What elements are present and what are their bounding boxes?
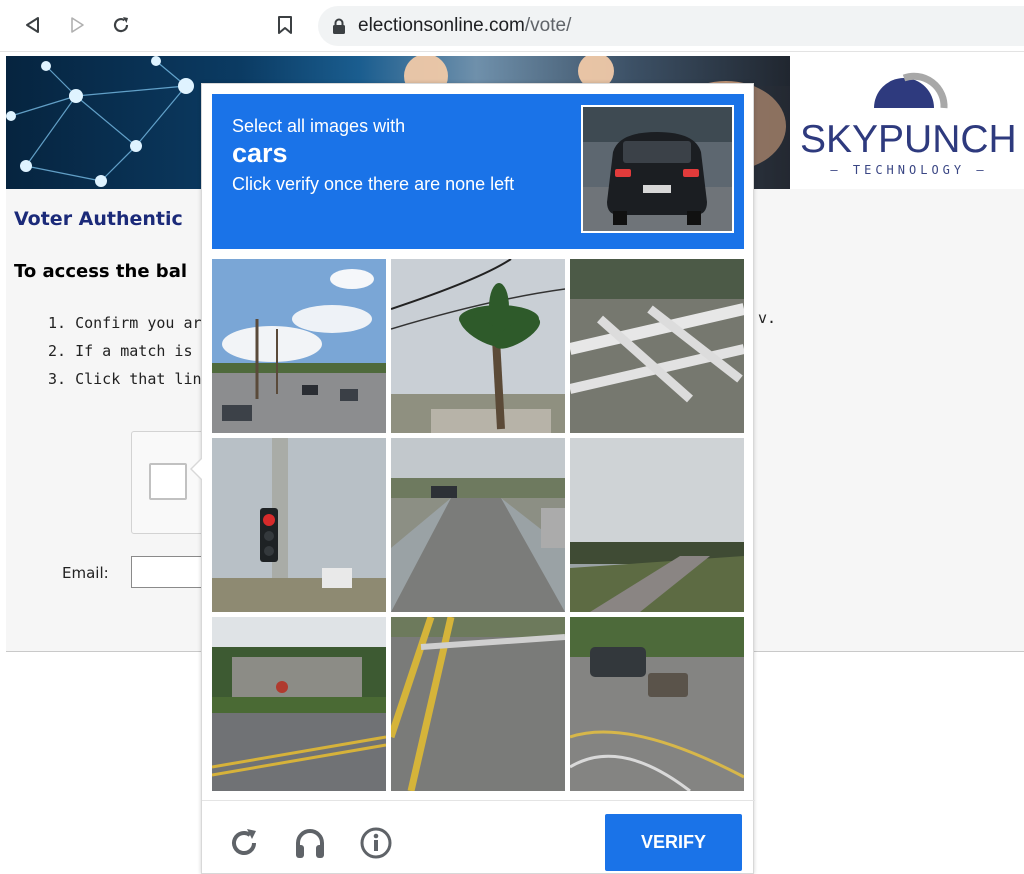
recaptcha-checkbox[interactable] (149, 463, 187, 500)
captcha-tile[interactable] (391, 617, 565, 791)
captcha-challenge: Select all images with cars Click verify… (190, 83, 755, 874)
url-text: electionsonline.com/vote/ (358, 15, 571, 37)
instruction-step-tail: v. (758, 309, 777, 327)
captcha-tile[interactable] (570, 438, 744, 612)
reload-icon[interactable] (106, 10, 136, 40)
browser-toolbar: electionsonline.com/vote/ (0, 0, 1024, 52)
captcha-hint: Click verify once there are none left (232, 174, 515, 194)
logo-subtitle: — TECHNOLOGY — (830, 163, 988, 177)
captcha-target: cars (232, 138, 288, 168)
info-icon[interactable] (356, 823, 396, 863)
url-host: electionsonline.com (358, 15, 525, 36)
logo-word: SKYPUNCH (800, 118, 1017, 161)
page-heading: To access the bal (14, 261, 188, 282)
back-icon[interactable] (18, 10, 48, 40)
address-bar[interactable]: electionsonline.com/vote/ (318, 6, 1024, 46)
captcha-header: Select all images with cars Click verify… (212, 94, 744, 249)
page-title: Voter Authentic (14, 208, 183, 230)
captcha-tile[interactable] (212, 617, 386, 791)
captcha-tile[interactable] (391, 438, 565, 612)
popup-pointer-inner (192, 458, 203, 480)
headphones-icon[interactable] (290, 823, 330, 863)
captcha-instruction: Select all images with (232, 116, 406, 136)
verify-button[interactable]: VERIFY (605, 814, 742, 871)
email-label: Email: (62, 564, 109, 582)
lock-icon[interactable] (332, 18, 346, 38)
captcha-footer: VERIFY (202, 800, 755, 874)
sample-car-image (581, 105, 734, 233)
forward-icon[interactable] (62, 10, 92, 40)
captcha-tile[interactable] (212, 259, 386, 433)
captcha-tile[interactable] (391, 259, 565, 433)
url-path: /vote/ (524, 15, 572, 36)
reload-icon[interactable] (224, 823, 264, 863)
captcha-tile[interactable] (570, 259, 744, 433)
bookmark-icon[interactable] (270, 10, 300, 40)
captcha-tile[interactable] (212, 438, 386, 612)
skypunch-logo: SKYPUNCH — TECHNOLOGY — (790, 56, 1024, 189)
email-field[interactable] (131, 556, 211, 588)
recaptcha-checkbox-widget (131, 431, 211, 534)
captcha-image-grid (212, 259, 744, 791)
captcha-tile[interactable] (570, 617, 744, 791)
